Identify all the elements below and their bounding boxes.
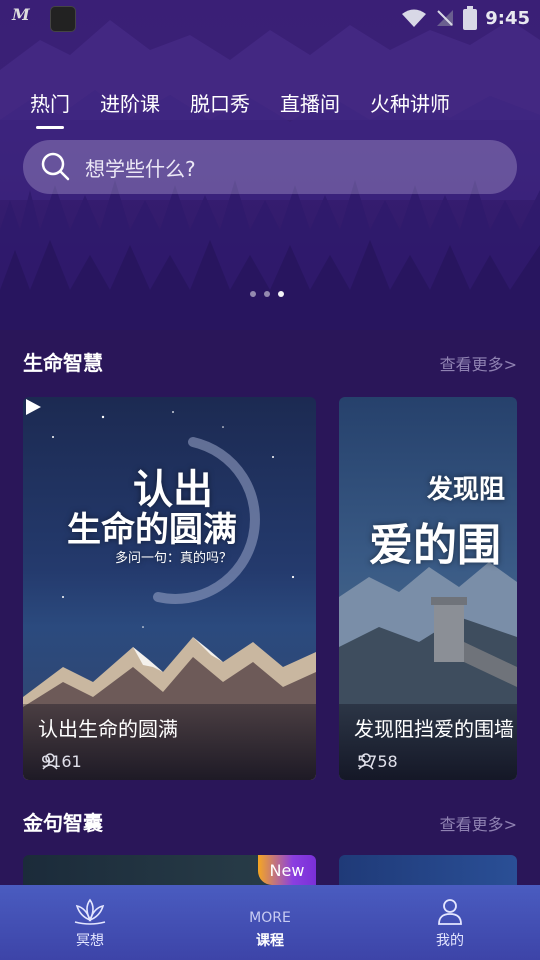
nav-label: 课程 <box>256 933 284 949</box>
app-logo: M <box>12 5 30 24</box>
play-icon[interactable] <box>23 397 43 417</box>
section-title-golden-quotes: 金句智囊 <box>23 811 103 835</box>
poster-title-line1: 发现阻 <box>427 475 506 505</box>
more-icon: MORE <box>249 910 291 926</box>
banner-dot[interactable] <box>250 291 256 297</box>
lotus-icon <box>74 898 106 925</box>
tab-advanced[interactable]: 进阶课 <box>100 88 160 129</box>
card-title: 认出生命的圆满 <box>38 717 178 741</box>
clock: 9:45 <box>485 7 530 29</box>
search-placeholder: 想学些什么? <box>85 156 196 181</box>
banner-dot[interactable] <box>264 291 270 297</box>
search-bar[interactable]: 想学些什么? <box>23 140 517 194</box>
signal-icon <box>437 10 454 26</box>
section-title-life-wisdom: 生命智慧 <box>23 351 103 375</box>
battery-icon <box>463 6 478 30</box>
tab-lecturers[interactable]: 火种讲师 <box>370 88 450 129</box>
wifi-icon <box>402 9 427 27</box>
quote-card[interactable]: New <box>23 855 316 885</box>
user-icon <box>438 899 462 925</box>
nav-label: 冥想 <box>76 933 104 949</box>
nav-label: 我的 <box>436 933 464 949</box>
nav-courses[interactable]: MORE 课程 <box>180 885 360 960</box>
poster-title-line2: 生命的圆满 <box>67 510 237 550</box>
status-bar: M 9:45 <box>0 0 540 36</box>
app-screen: M 9:45 热门 进阶课 脱口秀 直播间 火种讲师 想学些什么? 生命智慧 查… <box>0 0 540 960</box>
tab-hot[interactable]: 热门 <box>30 88 70 129</box>
see-more-life-wisdom[interactable]: 查看更多> <box>440 351 517 375</box>
new-badge: New <box>258 855 316 885</box>
app-notification-icon <box>50 6 76 32</box>
status-icons: 9:45 <box>401 4 530 32</box>
user-icon <box>42 753 58 770</box>
view-count: 5758 <box>357 752 398 771</box>
poster-subtitle: 多问一句：真的吗？ <box>115 551 233 566</box>
user-icon <box>358 753 374 770</box>
search-icon <box>41 152 70 181</box>
tab-live[interactable]: 直播间 <box>280 88 340 129</box>
category-tabs: 热门 进阶课 脱口秀 直播间 火种讲师 <box>30 88 480 129</box>
banner-pagination <box>250 291 284 297</box>
nav-profile[interactable]: 我的 <box>360 885 540 960</box>
card-title: 发现阻挡爱的围墙 <box>354 717 514 741</box>
course-card[interactable]: 认出 生命的圆满 多问一句：真的吗？ 认出生命的圆满 9161 <box>23 397 316 780</box>
bottom-navigation: 冥想 MORE 课程 我的 <box>0 885 540 960</box>
view-count: 9161 <box>41 752 82 771</box>
tab-talk-show[interactable]: 脱口秀 <box>190 88 250 129</box>
nav-meditation[interactable]: 冥想 <box>0 885 180 960</box>
quote-card[interactable] <box>339 855 517 885</box>
poster-title-line2: 爱的围 <box>369 520 501 571</box>
course-card[interactable]: 发现阻 爱的围 发现阻挡爱的围墙 5758 <box>339 397 517 780</box>
banner-dot-active[interactable] <box>278 291 284 297</box>
see-more-golden-quotes[interactable]: 查看更多> <box>440 811 517 835</box>
